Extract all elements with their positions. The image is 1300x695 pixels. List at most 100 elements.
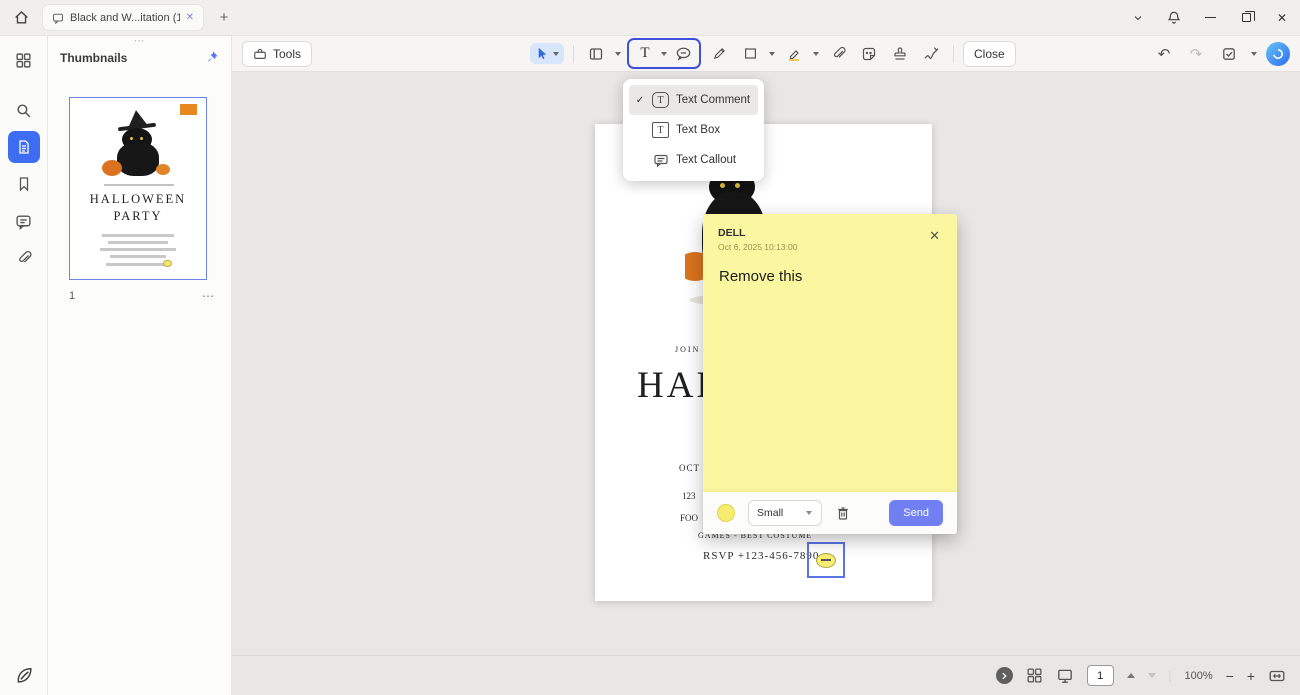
note-body-text[interactable]: Remove this [703, 252, 957, 285]
text-box-icon: T [652, 122, 669, 138]
presentation-mode-icon[interactable] [1056, 667, 1074, 685]
toolbar-divider [953, 45, 954, 63]
tools-button[interactable]: Tools [242, 41, 312, 67]
note-size-select[interactable]: Small [748, 500, 822, 526]
menu-item-text-comment[interactable]: ✓ T Text Comment [629, 85, 758, 115]
page-grid-view-icon[interactable] [1026, 667, 1043, 684]
note-close-button[interactable]: ✕ [929, 228, 940, 244]
page-view-tool-button[interactable] [583, 41, 609, 67]
page-number-input[interactable]: 1 [1087, 665, 1114, 686]
zoom-in-button[interactable]: + [1247, 668, 1255, 684]
page-view-chevron-icon[interactable] [615, 52, 621, 56]
page-thumbnail[interactable]: HALLOWEEN PARTY [69, 97, 207, 280]
cat-eye [735, 183, 740, 188]
ai-assistant-button[interactable] [1266, 42, 1290, 66]
notifications-button[interactable] [1156, 0, 1192, 35]
text-tool-chevron-icon[interactable] [661, 52, 667, 56]
text-comment-tool-button[interactable]: T [632, 41, 658, 67]
comments-panel-button[interactable] [8, 205, 40, 237]
minimize-button[interactable] [1192, 0, 1228, 35]
menu-item-label: Text Box [676, 124, 720, 136]
note-author: DELL [718, 227, 942, 239]
save-status-button[interactable] [1216, 41, 1242, 67]
pen-icon [712, 46, 727, 61]
expand-panel-button[interactable] [996, 667, 1013, 684]
titlebar-dropdown-button[interactable] [1120, 0, 1156, 35]
menu-item-text-box[interactable]: T Text Box [629, 115, 758, 145]
panel-header: Thumbnails [48, 46, 231, 65]
toolbar-divider [573, 45, 574, 63]
close-tools-button[interactable]: Close [963, 41, 1016, 67]
comment-marker-icon [816, 553, 836, 568]
document-tab[interactable]: Black and W...itation (1) ✕ [42, 4, 204, 31]
thumb-more-button[interactable]: ⋯ [202, 289, 215, 303]
thumbnails-panel-button[interactable] [8, 131, 40, 163]
note-footer: Small Send [703, 492, 957, 534]
panel-drag-handle[interactable]: ⋯ [48, 36, 231, 46]
pin-panel-button[interactable] [204, 50, 219, 65]
thumb-title-line1: HALLOWEEN [70, 192, 206, 207]
bookmarks-panel-button[interactable] [8, 168, 40, 200]
previous-page-button[interactable] [1127, 673, 1135, 678]
main-area: Tools T [232, 36, 1300, 695]
menu-item-label: Text Comment [676, 94, 750, 106]
shape-tool-chevron-icon[interactable] [769, 52, 775, 56]
save-status-chevron-icon[interactable] [1251, 52, 1257, 56]
ai-swirl-icon [1271, 47, 1285, 61]
thumb-pumpkin [102, 160, 122, 176]
status-bar: 1 | 100% − + [232, 655, 1300, 695]
apps-menu-button[interactable] [8, 44, 40, 76]
send-comment-button[interactable]: Send [889, 500, 943, 526]
toolbox-icon [253, 47, 267, 61]
search-panel-button[interactable] [8, 94, 40, 126]
bell-icon [1166, 10, 1182, 26]
document-canvas[interactable]: JOIN HAL OCT 123 FOO GAMES - BEST COSTUM… [232, 72, 1300, 695]
thumb-page-number: 1 [69, 290, 75, 302]
left-rail [0, 36, 48, 695]
fit-width-icon[interactable] [1268, 667, 1286, 685]
close-window-button[interactable]: ✕ [1264, 0, 1300, 35]
shape-tool-button[interactable] [737, 41, 763, 67]
highlight-tool-button[interactable] [781, 41, 807, 67]
menu-item-text-callout[interactable]: Text Callout [629, 145, 758, 175]
page-text-rsvp: RSVP +123-456-7890 [703, 550, 819, 562]
thumb-tiny-text-line [104, 184, 174, 186]
pdfelement-logo [14, 665, 34, 685]
attach-tool-button[interactable] [825, 41, 851, 67]
comment-bubble-tool-button[interactable] [670, 41, 696, 67]
paperclip-icon [16, 250, 32, 266]
redo-button[interactable]: ↷ [1184, 45, 1208, 63]
send-label: Send [903, 507, 929, 519]
selected-comment-annotation[interactable] [807, 542, 845, 578]
bookmark-icon [16, 176, 32, 192]
attachments-panel-button[interactable] [8, 242, 40, 274]
new-tab-button[interactable]: + [210, 4, 238, 32]
highlight-tool-chevron-icon[interactable] [813, 52, 819, 56]
note-timestamp: Oct 6, 2025 10:13:00 [718, 242, 942, 252]
paperclip-icon [831, 46, 846, 61]
text-tool-dropdown: ✓ T Text Comment T Text Box T [623, 79, 764, 181]
restore-button[interactable] [1228, 0, 1264, 35]
zoom-out-button[interactable]: − [1226, 668, 1234, 684]
signature-tool-button[interactable] [918, 41, 944, 67]
save-status-icon [1221, 46, 1237, 62]
app-body: ⋯ Thumbnails HALLOWEEN PARTY [0, 36, 1300, 695]
delete-note-icon[interactable] [835, 505, 851, 521]
sticker-tool-button[interactable] [856, 41, 882, 67]
text-callout-icon [652, 152, 669, 168]
stamp-tool-button[interactable] [887, 41, 913, 67]
titlebar-controls: ✕ [1120, 0, 1300, 35]
home-button[interactable] [0, 0, 42, 35]
tab-close-button[interactable]: ✕ [186, 12, 194, 23]
page-text-join: JOIN [675, 345, 700, 354]
next-page-button[interactable] [1148, 673, 1156, 678]
select-tool-button[interactable] [530, 43, 564, 64]
select-tool-chevron-icon[interactable] [553, 52, 559, 56]
app-window: Black and W...itation (1) ✕ + ✕ [0, 0, 1300, 695]
note-header: DELL Oct 6, 2025 10:13:00 ✕ [703, 214, 957, 252]
zoom-level[interactable]: 100% [1184, 670, 1212, 682]
pen-tool-button[interactable] [706, 41, 732, 67]
status-divider: | [1169, 670, 1172, 682]
undo-button[interactable]: ↶ [1152, 45, 1176, 63]
note-color-swatch[interactable] [717, 504, 735, 522]
